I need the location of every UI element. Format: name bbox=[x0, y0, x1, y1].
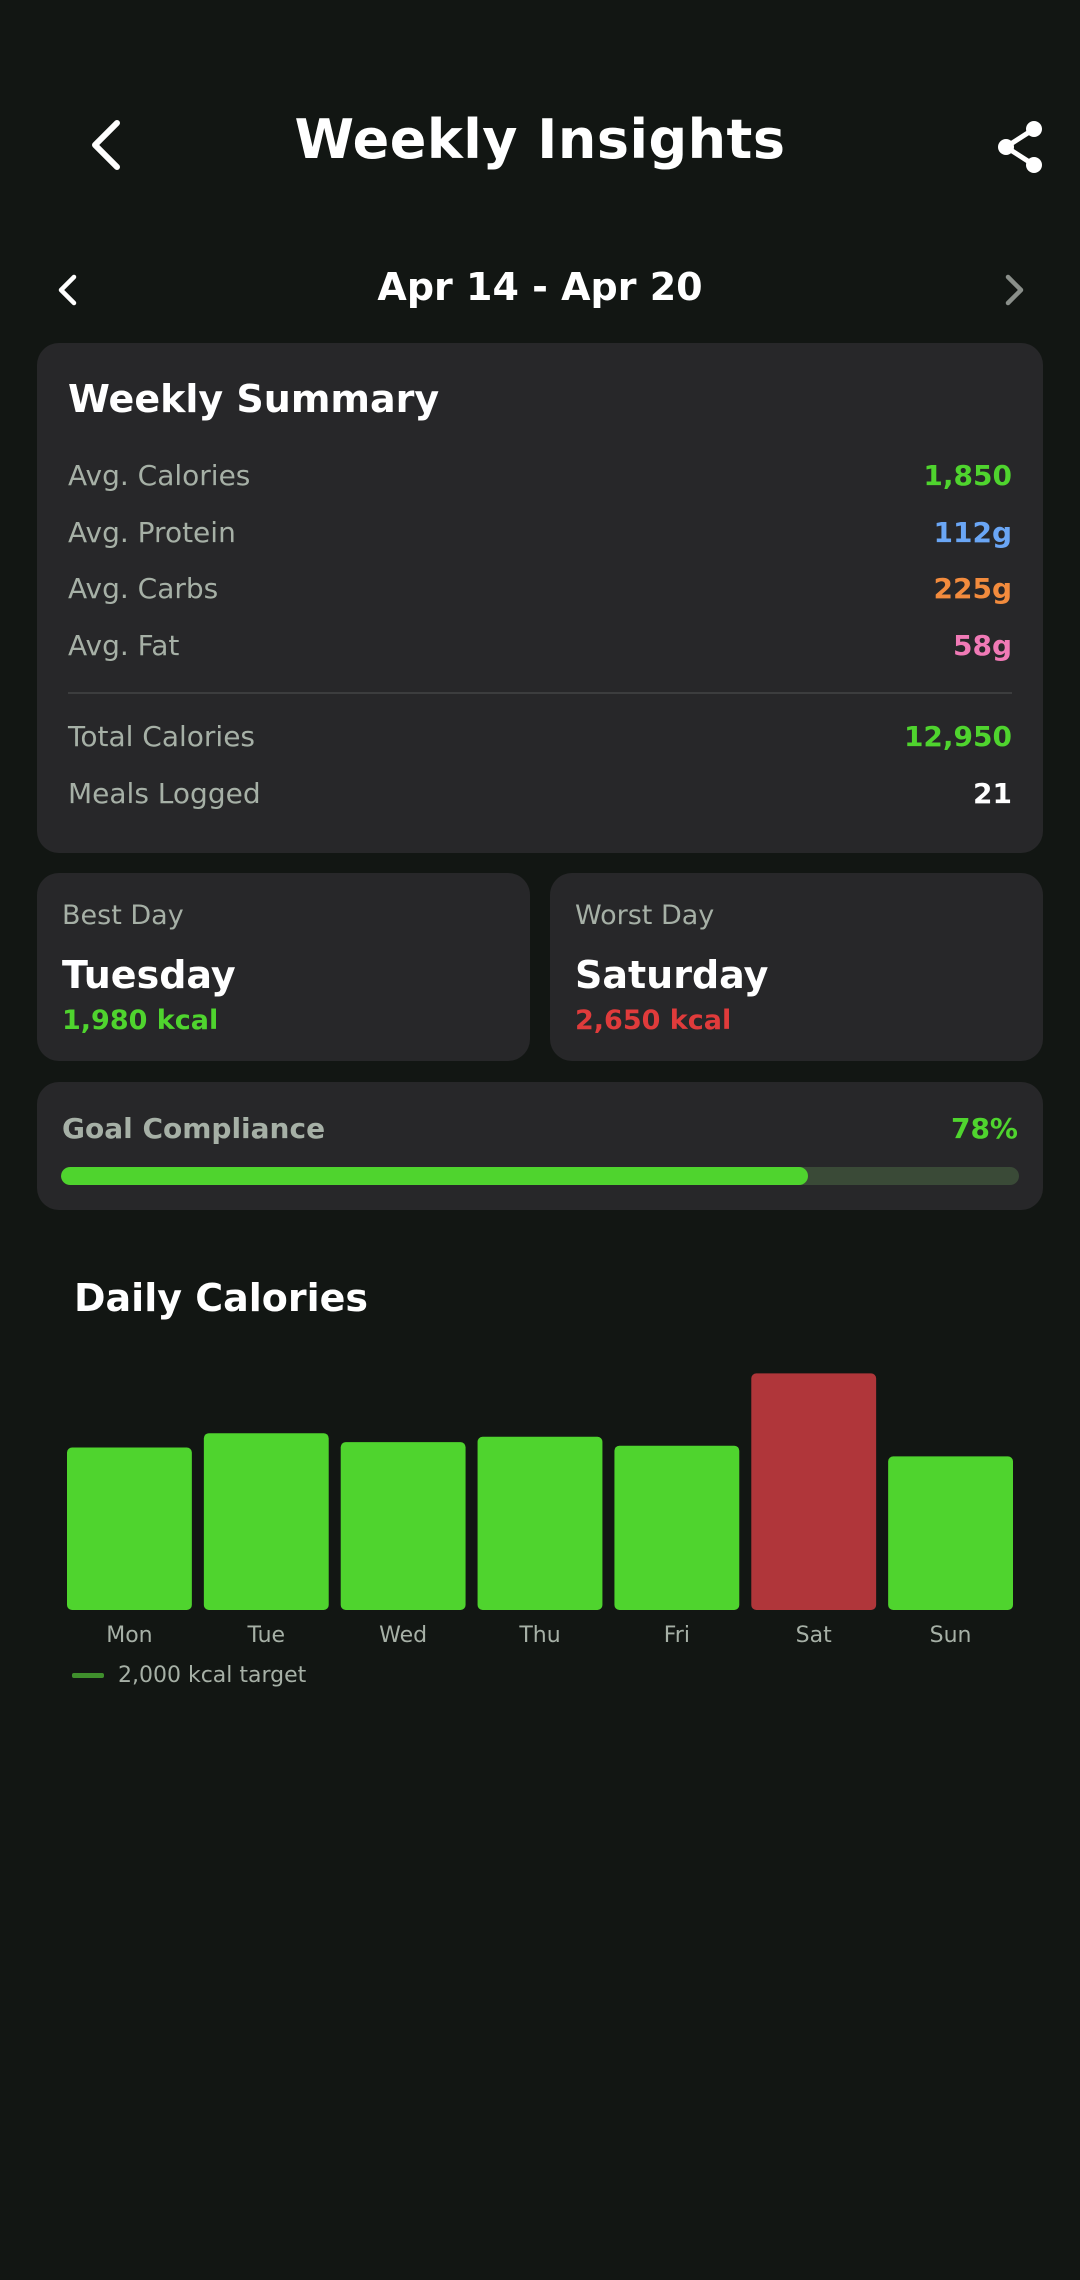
bar-thu[interactable] bbox=[477, 1436, 603, 1610]
goal-progress-fill bbox=[61, 1167, 809, 1185]
next-week-button[interactable] bbox=[988, 263, 1042, 317]
stat-label: Avg. Fat bbox=[68, 629, 180, 662]
page-title: Weekly Insights bbox=[294, 108, 786, 171]
chevron-right-icon bbox=[1005, 274, 1024, 306]
weekly-summary-card: Weekly Summary Avg. Calories 1,850 Avg. … bbox=[37, 343, 1043, 853]
x-tick-label: Sun bbox=[930, 1623, 972, 1648]
best-day-name: Tuesday bbox=[62, 953, 236, 997]
stat-row-avg-fat: Avg. Fat 58g bbox=[68, 629, 1012, 673]
stat-value: 21 bbox=[973, 777, 1012, 810]
best-day-kcal: 1,980 kcal bbox=[62, 1005, 219, 1036]
stat-label: Avg. Calories bbox=[68, 459, 251, 492]
chart-title: Daily Calories bbox=[74, 1276, 369, 1320]
bar-wed[interactable] bbox=[340, 1442, 466, 1610]
best-day-card[interactable]: Best Day Tuesday 1,980 kcal bbox=[37, 873, 530, 1061]
bar-mon[interactable] bbox=[67, 1447, 192, 1611]
bar-sat[interactable] bbox=[751, 1373, 877, 1610]
week-navigator: Apr 14 - Apr 20 bbox=[0, 255, 1080, 325]
x-tick-label: Thu bbox=[518, 1623, 560, 1648]
share-icon bbox=[998, 121, 1042, 173]
x-tick-label: Sat bbox=[796, 1623, 832, 1648]
summary-title: Weekly Summary bbox=[68, 377, 440, 421]
legend-label: 2,000 kcal target bbox=[118, 1662, 307, 1688]
share-button[interactable] bbox=[985, 112, 1055, 182]
divider bbox=[68, 692, 1012, 694]
stat-label: Avg. Protein bbox=[68, 516, 236, 549]
goal-label: Goal Compliance bbox=[62, 1112, 326, 1145]
worst-day-card[interactable]: Worst Day Saturday 2,650 kcal bbox=[550, 873, 1043, 1061]
goal-percent: 78% bbox=[950, 1112, 1018, 1145]
stat-value: 112g bbox=[933, 516, 1013, 549]
stat-label: Avg. Carbs bbox=[68, 572, 219, 605]
stat-value: 1,850 bbox=[923, 459, 1012, 492]
bar-fri[interactable] bbox=[614, 1445, 740, 1610]
best-day-caption: Best Day bbox=[62, 900, 184, 931]
stat-label: Total Calories bbox=[68, 720, 256, 753]
x-tick-label: Wed bbox=[379, 1623, 427, 1648]
stat-row-avg-protein: Avg. Protein 112g bbox=[68, 516, 1012, 560]
chart-legend: 2,000 kcal target bbox=[72, 1660, 306, 1690]
stat-row-avg-carbs: Avg. Carbs 225g bbox=[68, 572, 1012, 616]
goal-progress-bar bbox=[61, 1167, 1019, 1185]
stat-value: 225g bbox=[933, 572, 1013, 605]
week-range-label: Apr 14 - Apr 20 bbox=[377, 265, 703, 309]
x-tick-label: Mon bbox=[106, 1623, 152, 1648]
worst-day-caption: Worst Day bbox=[575, 900, 715, 931]
header: Weekly Insights bbox=[0, 90, 1080, 200]
worst-day-kcal: 2,650 kcal bbox=[575, 1005, 732, 1036]
stat-value: 58g bbox=[952, 629, 1012, 662]
x-tick-label: Fri bbox=[664, 1623, 690, 1648]
stat-row-avg-calories: Avg. Calories 1,850 bbox=[68, 459, 1012, 503]
target-line-swatch bbox=[72, 1672, 104, 1678]
bar-tue[interactable] bbox=[203, 1433, 329, 1610]
stat-label: Meals Logged bbox=[68, 777, 261, 810]
worst-day-name: Saturday bbox=[575, 953, 769, 997]
goal-compliance-card: Goal Compliance 78% bbox=[37, 1082, 1043, 1210]
bar-sun[interactable] bbox=[888, 1456, 1013, 1610]
stat-row-meals-logged: Meals Logged 21 bbox=[68, 777, 1012, 821]
x-tick-label: Tue bbox=[246, 1623, 285, 1648]
stat-row-total-calories: Total Calories 12,950 bbox=[68, 720, 1012, 764]
stat-value: 12,950 bbox=[903, 720, 1012, 753]
